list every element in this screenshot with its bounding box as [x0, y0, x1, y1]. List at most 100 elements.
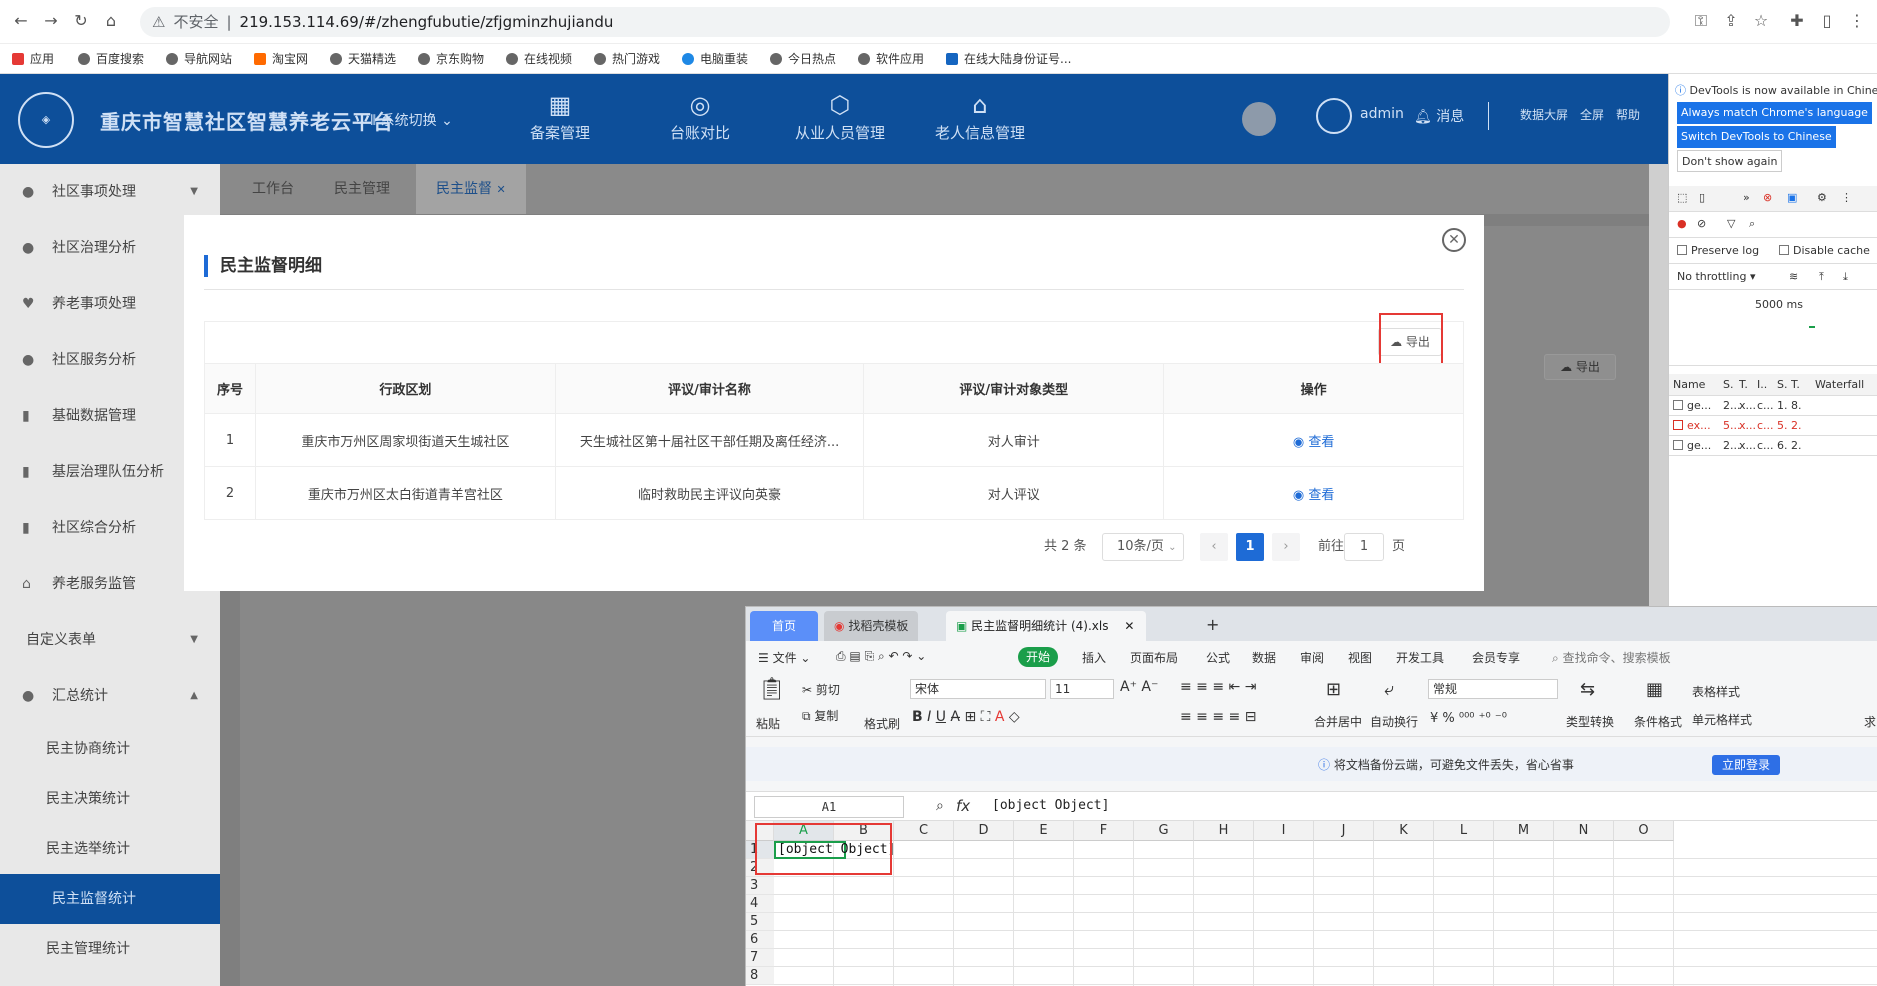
menu-devtools[interactable]: 开发工具	[1396, 649, 1444, 666]
menu-layout[interactable]: 页面布局	[1130, 649, 1178, 666]
bookmark-tmall[interactable]: 天猫精选	[330, 44, 396, 74]
format-painter-button[interactable]: 格式刷	[864, 715, 900, 732]
number-format-select[interactable]: 常规	[1428, 679, 1558, 699]
more-tabs-icon[interactable]: »	[1743, 191, 1750, 204]
sidebar-item-community[interactable]: ● 社区事项处理 ▼	[0, 164, 220, 220]
messages-link[interactable]: 🔔︎ 消息	[1414, 106, 1464, 126]
add-tab-icon[interactable]: +	[1206, 615, 1219, 634]
row-header[interactable]: 3	[746, 877, 774, 895]
paste-icon[interactable]: 📋︎	[758, 677, 786, 702]
error-icon[interactable]: ⊗	[1763, 191, 1772, 204]
view-link[interactable]: ◉ 查看	[1293, 488, 1335, 503]
copy-button[interactable]: ⧉ 复制	[802, 707, 838, 724]
share-icon[interactable]: ⇪	[1720, 10, 1742, 32]
bookmark-nav[interactable]: 导航网站	[166, 44, 232, 74]
font-style-buttons[interactable]: B I U A̶ ⊞ ⛶ A ◇	[912, 709, 1020, 725]
cond-format-button[interactable]: 条件格式	[1634, 713, 1682, 730]
sheet-grid[interactable]: A B C D E F G H I J K L M N O 1 2 3 4 5 6 7 8 [object Object]	[746, 821, 1877, 986]
column-header[interactable]: K	[1374, 821, 1434, 841]
nav-ledger[interactable]: ◎ 台账对比	[640, 88, 760, 143]
column-header[interactable]: O	[1614, 821, 1674, 841]
home-icon[interactable]: ⌂	[100, 10, 122, 32]
merge-button[interactable]: 合并居中	[1314, 713, 1362, 730]
next-page-button[interactable]: ›	[1272, 533, 1300, 561]
search-icon[interactable]	[1242, 102, 1276, 136]
throttling-select[interactable]: No throttling ▾	[1677, 264, 1755, 290]
menu-icon[interactable]: ⋮	[1846, 10, 1868, 32]
sum-button[interactable]: 求	[1864, 713, 1876, 730]
reload-icon[interactable]: ↻	[70, 10, 92, 32]
bookmark-games[interactable]: 热门游戏	[594, 44, 660, 74]
bookmark-apps[interactable]: 应用	[12, 44, 54, 74]
sidebar-item-summary[interactable]: ● 汇总统计 ▲	[0, 668, 220, 724]
search-icon[interactable]: ⌕	[1749, 217, 1755, 231]
cond-format-icon[interactable]: ▦	[1646, 679, 1663, 700]
column-header[interactable]: N	[1554, 821, 1614, 841]
star-icon[interactable]: ☆	[1750, 10, 1772, 32]
convert-button[interactable]: 类型转换	[1566, 713, 1614, 730]
username[interactable]: admin	[1360, 106, 1404, 122]
paste-button[interactable]: 粘贴	[756, 715, 780, 732]
page-size-select[interactable]: 10条/页 ⌄	[1102, 533, 1184, 561]
download-icon[interactable]: ⤓	[1843, 264, 1848, 290]
menu-insert[interactable]: 插入	[1082, 649, 1106, 666]
request-row[interactable]: ex... 5... x... c... 5. 2.	[1669, 416, 1877, 436]
merge-icon[interactable]: ⊞	[1326, 679, 1341, 700]
nav-elderly[interactable]: ⌂ 老人信息管理	[920, 88, 1040, 143]
sidebar-sub-consult[interactable]: 民主协商统计	[0, 724, 220, 774]
menu-data[interactable]: 数据	[1252, 649, 1276, 666]
wifi-icon[interactable]: ≋	[1789, 264, 1798, 290]
name-box[interactable]: A1	[754, 796, 904, 818]
nav-filing[interactable]: ▦ 备案管理	[500, 88, 620, 143]
row-header[interactable]: 8	[746, 967, 774, 985]
kebab-icon[interactable]: ⋮	[1841, 191, 1852, 204]
table-style-button[interactable]: 表格样式	[1692, 683, 1740, 700]
tab-management[interactable]: 民主管理	[334, 164, 390, 214]
menu-formula[interactable]: 公式	[1206, 649, 1230, 666]
goto-input[interactable]: 1	[1344, 533, 1384, 561]
bookmark-idcard[interactable]: 在线大陆身份证号...	[946, 44, 1071, 74]
switch-chinese-button[interactable]: Switch DevTools to Chinese	[1677, 126, 1836, 148]
sidebar-sub-election[interactable]: 民主选举统计	[0, 824, 220, 874]
nav-staff[interactable]: ⬡ 从业人员管理	[780, 88, 900, 143]
menu-review[interactable]: 审阅	[1300, 649, 1324, 666]
formula-input[interactable]: [object Object]	[992, 798, 1109, 813]
row-header[interactable]: 4	[746, 895, 774, 913]
column-header[interactable]: M	[1494, 821, 1554, 841]
bookmark-news[interactable]: 今日热点	[770, 44, 836, 74]
message-icon[interactable]: ▣	[1787, 191, 1797, 204]
inspect-icon[interactable]: ⬚	[1677, 191, 1687, 204]
device-icon[interactable]: ▯	[1699, 191, 1705, 204]
column-header[interactable]: F	[1074, 821, 1134, 841]
font-grow-icon[interactable]: A⁺ A⁻	[1120, 679, 1158, 695]
column-header[interactable]: I	[1254, 821, 1314, 841]
sidebar-sub-supervision[interactable]: 民主监督统计	[0, 874, 220, 924]
bookmark-video[interactable]: 在线视频	[506, 44, 572, 74]
gear-icon[interactable]: ⚙	[1817, 191, 1827, 204]
filter-icon[interactable]: ▽	[1727, 217, 1735, 230]
save-icon[interactable]: ⎙ ▤ ⎘ ⌕ ↶ ↷ ⌄	[836, 649, 926, 664]
wrap-icon[interactable]: ⤶	[1384, 679, 1394, 700]
column-header[interactable]: J	[1314, 821, 1374, 841]
request-row[interactable]: ge... 2... x... c... 6. 2.	[1669, 436, 1877, 456]
help-link[interactable]: 帮助	[1616, 106, 1640, 123]
fx-icon[interactable]: fx	[956, 797, 970, 815]
font-size-select[interactable]: 11	[1050, 679, 1114, 699]
tab-supervision[interactable]: 民主监督 ✕	[416, 164, 526, 214]
tab-home[interactable]: 首页	[750, 611, 818, 641]
row-header[interactable]: 6	[746, 931, 774, 949]
menu-view[interactable]: 视图	[1348, 649, 1372, 666]
preserve-log-checkbox[interactable]: Preserve log	[1677, 238, 1759, 264]
close-icon[interactable]: ✕	[1442, 228, 1466, 252]
sidebar-sub-management[interactable]: 民主管理统计	[0, 924, 220, 974]
bookmark-baidu[interactable]: 百度搜索	[78, 44, 144, 74]
clear-icon[interactable]: ⊘	[1697, 217, 1706, 230]
command-search[interactable]: ⌕ 查找命令、搜索模板	[1552, 649, 1671, 666]
sidebar-sub-decision[interactable]: 民主决策统计	[0, 774, 220, 824]
bookmark-taobao[interactable]: 淘宝网	[254, 44, 308, 74]
request-row[interactable]: ge... 2... x... c... 1. 8.	[1669, 396, 1877, 416]
tab-templates[interactable]: ◉ 找稻壳模板	[824, 611, 919, 641]
column-header[interactable]: H	[1194, 821, 1254, 841]
number-icons[interactable]: ¥ % ⁰⁰⁰ ⁺⁰ ⁻⁰	[1430, 711, 1507, 726]
disable-cache-checkbox[interactable]: Disable cache	[1779, 238, 1870, 264]
